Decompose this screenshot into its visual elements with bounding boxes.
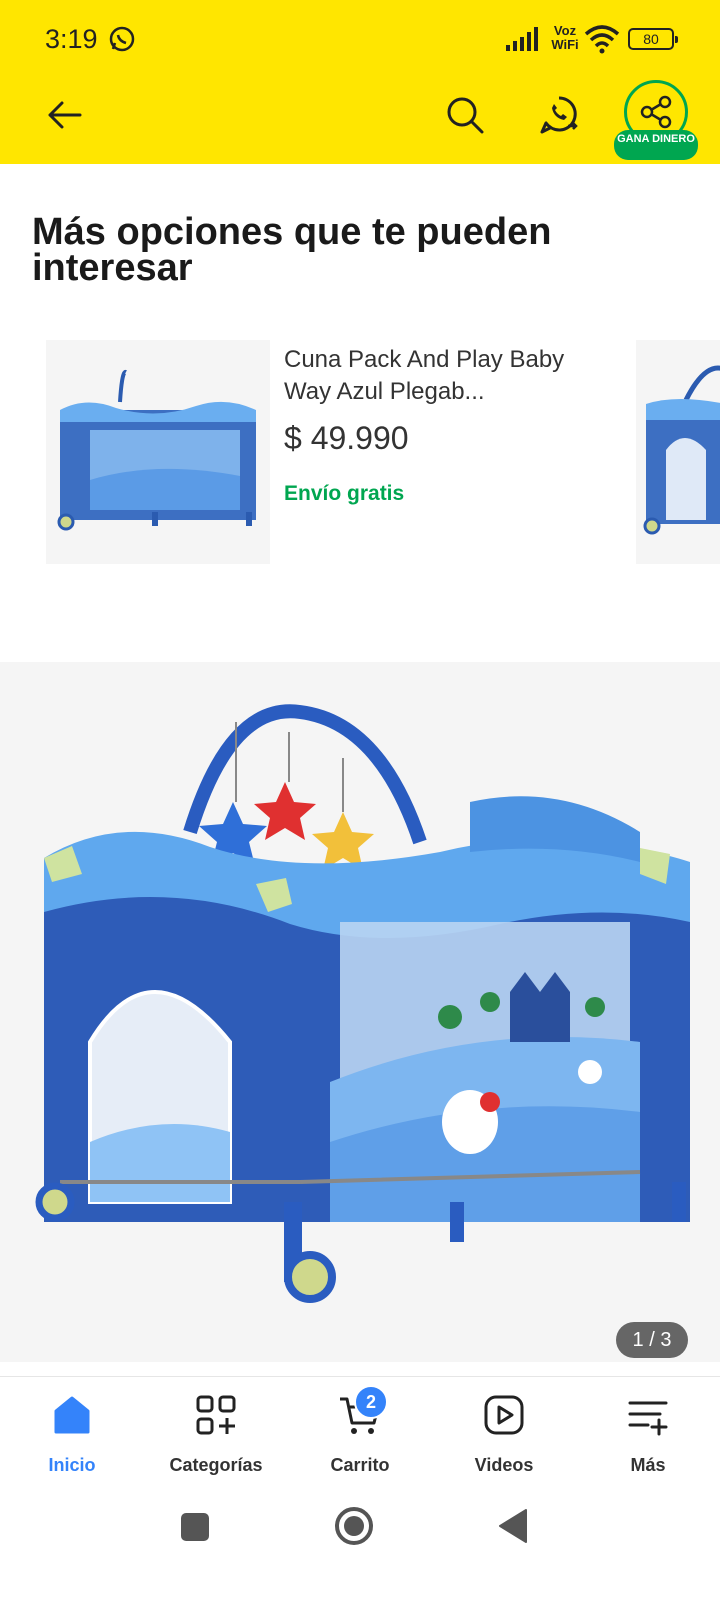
playpen-thumbnail-image: [643, 365, 720, 535]
system-navigation-bar: [0, 1492, 720, 1600]
categories-icon: [196, 1395, 236, 1435]
tab-inicio[interactable]: Inicio: [0, 1377, 144, 1493]
arrow-left-icon: [48, 101, 82, 129]
battery-indicator: 80: [628, 28, 678, 50]
product-title: Cuna Pack And Play Baby Way Azul Plegab.…: [284, 346, 565, 405]
signal-icon: [506, 27, 538, 51]
wifi-icon: [584, 25, 620, 54]
tab-label: Categorías: [169, 1455, 263, 1475]
status-time: 3:19: [45, 24, 98, 54]
next-recommendation-card[interactable]: [636, 340, 720, 564]
network-label: Voz WiFi: [551, 23, 579, 52]
bottom-navigation: Inicio Categorías Carrito 2 Videos Más: [0, 1376, 720, 1492]
tab-mas[interactable]: Más: [576, 1377, 720, 1493]
image-counter: 1 / 3: [616, 1322, 688, 1358]
back-button[interactable]: [39, 90, 89, 140]
playpen-main-image: [35, 704, 690, 1303]
tab-videos[interactable]: Videos: [432, 1377, 576, 1493]
product-price: $ 49.990: [284, 420, 409, 456]
whatsapp-notification-icon: [109, 26, 135, 52]
tab-categorias[interactable]: Categorías: [144, 1377, 288, 1493]
menu-plus-icon: [628, 1401, 668, 1436]
tab-label: Videos: [474, 1455, 534, 1475]
search-button[interactable]: [440, 90, 490, 140]
status-bar: 3:19 Voz WiFi 80: [0, 0, 720, 78]
home-system-icon[interactable]: [334, 1506, 374, 1546]
share-icon: [640, 95, 672, 129]
earn-money-badge: GANA DINERO: [614, 130, 698, 160]
battery-level: 80: [643, 31, 659, 47]
home-icon: [54, 1396, 90, 1434]
tab-label: Más: [630, 1455, 666, 1475]
recents-icon[interactable]: [180, 1512, 210, 1542]
free-shipping-label: Envío gratis: [284, 482, 405, 505]
recommendation-card[interactable]: Cuna Pack And Play Baby Way Azul Plegab.…: [46, 340, 606, 564]
product-image-gallery[interactable]: 1 / 3: [0, 662, 720, 1362]
play-icon: [484, 1395, 524, 1435]
tab-label: Carrito: [330, 1455, 390, 1475]
back-system-icon[interactable]: [498, 1508, 528, 1544]
cart-count-badge: 2: [354, 1385, 388, 1419]
playpen-thumbnail-image: [57, 369, 256, 531]
search-icon: [447, 97, 484, 134]
tab-label: Inicio: [48, 1455, 96, 1475]
share-earn-button[interactable]: GANA DINERO: [614, 80, 700, 160]
product-thumbnail: [46, 340, 270, 564]
app-header: 3:19 Voz WiFi 80 GANA DINERO: [0, 0, 720, 164]
whatsapp-share-button[interactable]: [534, 90, 584, 140]
whatsapp-icon: [540, 96, 578, 134]
section-title: Más opciones que te pueden interesar: [32, 211, 552, 289]
